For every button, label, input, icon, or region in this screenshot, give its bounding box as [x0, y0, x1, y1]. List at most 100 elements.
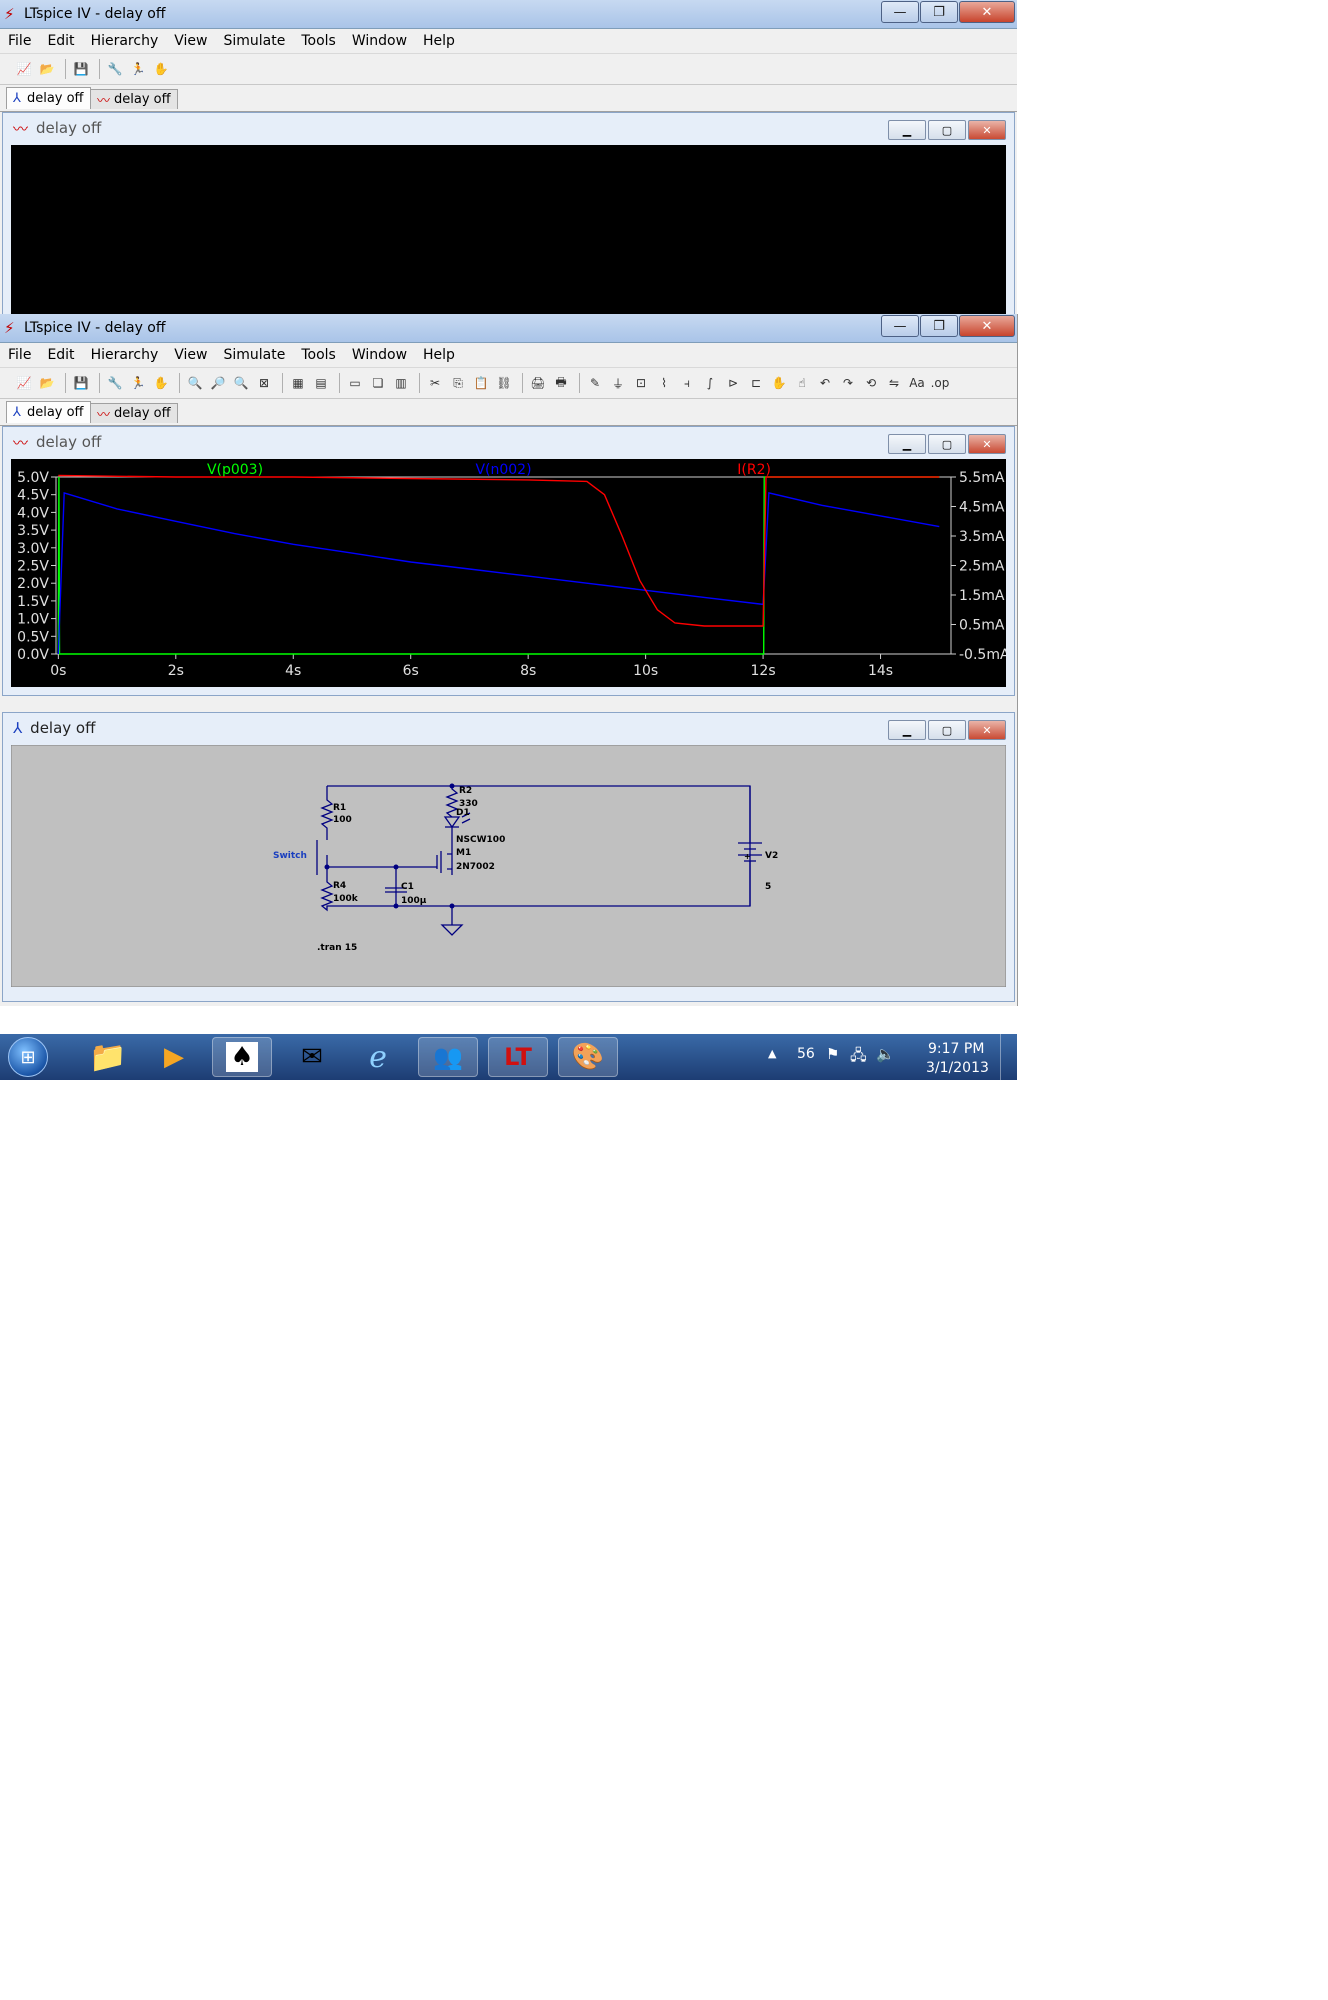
zoom-in-icon[interactable]: 🔍	[185, 373, 205, 393]
ground-icon[interactable]: ⏚	[608, 373, 628, 393]
grid-icon[interactable]: ▤	[311, 373, 331, 393]
paste-icon[interactable]: 📋	[471, 373, 491, 393]
rotate-icon[interactable]: ⟲	[861, 373, 881, 393]
menu-file[interactable]: File	[8, 347, 31, 363]
show-hidden-icons-icon[interactable]: ▲	[768, 1047, 776, 1060]
child-maximize-button[interactable]: ▢	[928, 720, 966, 740]
control-panel-icon[interactable]: 🔧	[105, 373, 125, 393]
m1-value[interactable]: 2N7002	[456, 862, 495, 872]
component-icon[interactable]: ⊏	[746, 373, 766, 393]
taskbar-outlook[interactable]: ✉	[282, 1037, 342, 1077]
close-button[interactable]: ✕	[959, 1, 1015, 23]
menu-help[interactable]: Help	[423, 347, 455, 363]
taskbar-ie[interactable]: ℯ	[348, 1037, 408, 1077]
tile-horizontal-icon[interactable]: ▭	[345, 373, 365, 393]
minimize-button[interactable]: —	[881, 315, 919, 337]
save-icon[interactable]: 💾	[71, 373, 91, 393]
r1-label[interactable]: R1	[333, 803, 346, 813]
network-icon[interactable]: 🖧	[850, 1045, 867, 1070]
menu-hierarchy[interactable]: Hierarchy	[91, 347, 159, 363]
spice-directive-icon[interactable]: .op	[930, 373, 950, 393]
d1-value[interactable]: NSCW100	[456, 835, 505, 845]
zoom-out-icon[interactable]: 🔍	[231, 373, 251, 393]
print-icon[interactable]: 🖶	[551, 373, 571, 393]
menu-view[interactable]: View	[174, 347, 207, 363]
volume-icon[interactable]: 🔈	[876, 1045, 895, 1063]
wire-icon[interactable]: ✎	[585, 373, 605, 393]
mirror-icon[interactable]: ⇋	[884, 373, 904, 393]
child-close-button[interactable]: ✕	[968, 120, 1006, 140]
new-schematic-icon[interactable]: 📈	[14, 59, 34, 79]
capacitor-icon[interactable]: ⫞	[677, 373, 697, 393]
tile-vertical-icon[interactable]: ▥	[391, 373, 411, 393]
v2-label[interactable]: V2	[765, 851, 778, 861]
action-center-flag-icon[interactable]: ⚑	[826, 1045, 839, 1063]
menu-simulate[interactable]: Simulate	[223, 347, 285, 363]
child-close-button[interactable]: ✕	[968, 434, 1006, 454]
open-icon[interactable]: 📂	[37, 373, 57, 393]
tran-directive[interactable]: .tran 15	[317, 943, 357, 953]
drag-icon[interactable]: ☝	[792, 373, 812, 393]
run-icon[interactable]: 🏃	[128, 373, 148, 393]
inductor-icon[interactable]: ∫	[700, 373, 720, 393]
menu-window[interactable]: Window	[352, 33, 407, 49]
menu-edit[interactable]: Edit	[47, 33, 74, 49]
menu-edit[interactable]: Edit	[47, 347, 74, 363]
switch-label[interactable]: Switch	[273, 851, 307, 861]
main-titlebar[interactable]: ⚡ LTspice IV - delay off — ❐ ✕	[0, 314, 1017, 343]
clock-time[interactable]: 9:17 PM	[928, 1041, 984, 1057]
clock-date[interactable]: 3/1/2013	[926, 1060, 989, 1076]
schematic-canvas[interactable]: R1 100 R2 330 D1 NSCW100 M1 2N7002 R4 10…	[11, 745, 1006, 987]
pan-icon[interactable]: ✋	[151, 373, 171, 393]
taskbar-messenger[interactable]: 👥	[418, 1037, 478, 1077]
start-button[interactable]: ⊞	[8, 1037, 48, 1077]
diode-icon[interactable]: ⊳	[723, 373, 743, 393]
r1-value[interactable]: 100	[333, 815, 352, 825]
r4-label[interactable]: R4	[333, 881, 346, 891]
menu-window[interactable]: Window	[352, 347, 407, 363]
find-icon[interactable]: ⛓	[494, 373, 514, 393]
text-icon[interactable]: Aa	[907, 373, 927, 393]
move-icon[interactable]: ✋	[769, 373, 789, 393]
child-maximize-button[interactable]: ▢	[928, 120, 966, 140]
menu-file[interactable]: File	[8, 33, 31, 49]
child-close-button[interactable]: ✕	[968, 720, 1006, 740]
close-button[interactable]: ✕	[959, 315, 1015, 337]
open-icon[interactable]: 📂	[37, 59, 57, 79]
tab-schematic[interactable]: ⅄ delay off	[6, 87, 91, 109]
taskbar-media[interactable]: ▶	[144, 1037, 204, 1077]
run-icon[interactable]: 🏃	[128, 59, 148, 79]
c1-label[interactable]: C1	[401, 882, 414, 892]
resistor-icon[interactable]: ⌇	[654, 373, 674, 393]
tab-waveform[interactable]: 〰 delay off	[90, 403, 178, 423]
cut-icon[interactable]: ✂	[425, 373, 445, 393]
tab-waveform[interactable]: 〰 delay off	[90, 89, 178, 109]
control-panel-icon[interactable]: 🔧	[105, 59, 125, 79]
maximize-button[interactable]: ❐	[920, 1, 958, 23]
taskbar-paint[interactable]: 🎨	[558, 1037, 618, 1077]
m1-label[interactable]: M1	[456, 848, 471, 858]
c1-value[interactable]: 100µ	[401, 896, 427, 906]
zoom-fit-icon[interactable]: ⊠	[254, 373, 274, 393]
waveform-plot[interactable]: 5.0V 4.5V4.0V 3.5V 3.0V 2.5V2.0V 1.5V 1.0V0.5V…	[11, 459, 1006, 687]
r2-label[interactable]: R2	[459, 786, 472, 796]
taskbar-solitaire[interactable]: ♠	[212, 1037, 272, 1077]
copy-icon[interactable]: ⎘	[448, 373, 468, 393]
menu-hierarchy[interactable]: Hierarchy	[91, 33, 159, 49]
tab-schematic[interactable]: ⅄ delay off	[6, 401, 91, 423]
redo-icon[interactable]: ↷	[838, 373, 858, 393]
v2-value[interactable]: 5	[765, 882, 771, 892]
child-minimize-button[interactable]: ▁	[888, 434, 926, 454]
menu-view[interactable]: View	[174, 33, 207, 49]
autorange-icon[interactable]: ▦	[288, 373, 308, 393]
taskbar-ltspice[interactable]: LT	[488, 1037, 548, 1077]
menu-tools[interactable]: Tools	[301, 347, 336, 363]
child-minimize-button[interactable]: ▁	[888, 120, 926, 140]
show-desktop-button[interactable]	[1000, 1034, 1017, 1080]
minimize-button[interactable]: —	[881, 1, 919, 23]
child-minimize-button[interactable]: ▁	[888, 720, 926, 740]
menu-tools[interactable]: Tools	[301, 33, 336, 49]
menu-help[interactable]: Help	[423, 33, 455, 49]
pan-icon[interactable]: ✋	[151, 59, 171, 79]
menu-simulate[interactable]: Simulate	[223, 33, 285, 49]
